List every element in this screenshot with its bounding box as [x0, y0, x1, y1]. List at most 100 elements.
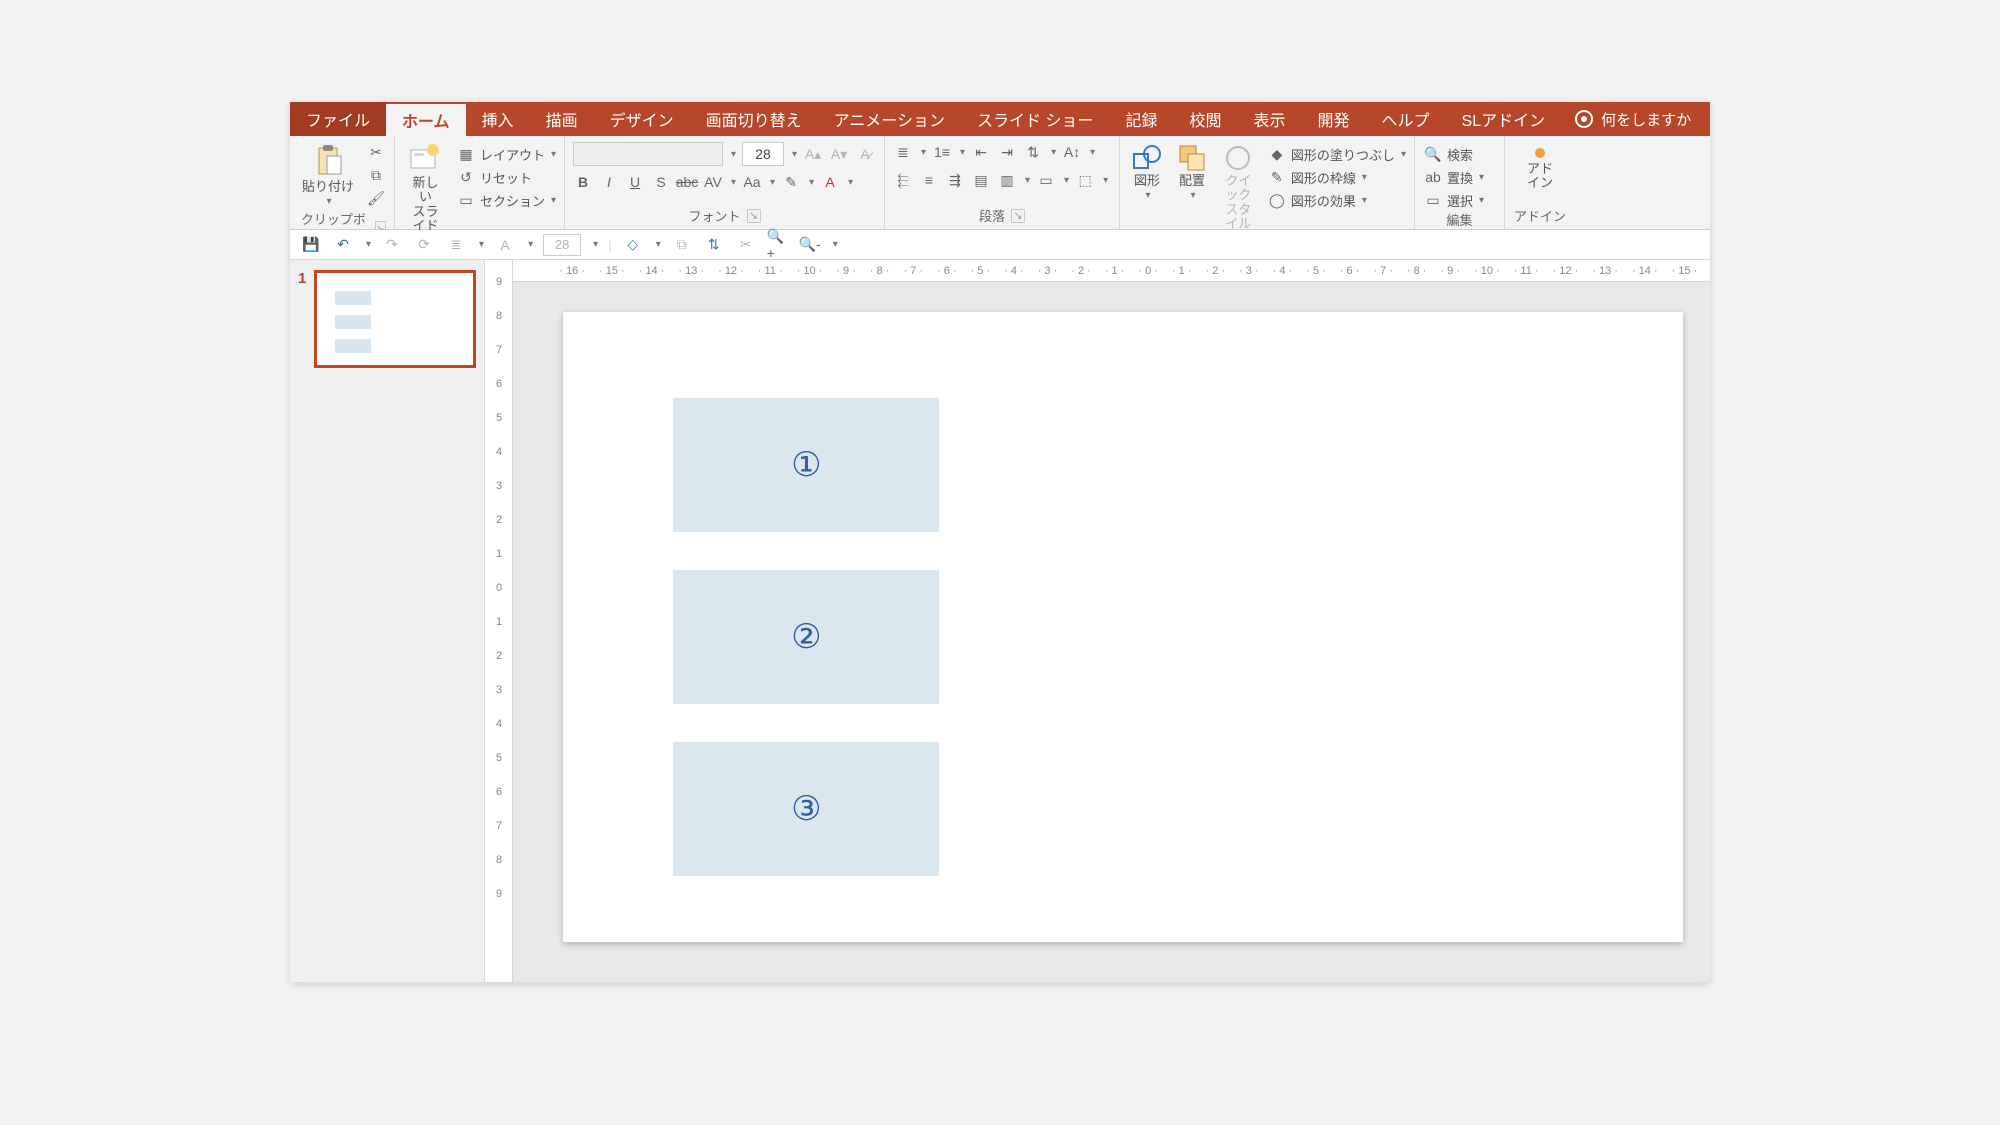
tab-design[interactable]: デザイン [594, 102, 690, 136]
text-direction-icon[interactable]: A↕ [1062, 142, 1082, 162]
canvas-area[interactable]: ① ② ③ [513, 282, 1710, 982]
zoom-out-icon[interactable]: 🔍- [799, 234, 821, 256]
line-spacing-icon[interactable]: ⇅ [1023, 142, 1043, 162]
repeat-icon[interactable]: ⟳ [413, 234, 435, 256]
align-text-icon[interactable]: ▭ [1036, 170, 1056, 190]
layout-label: レイアウト [480, 145, 545, 164]
tab-home[interactable]: ホーム [386, 102, 466, 136]
select-button[interactable]: ▭選択▾ [1423, 190, 1484, 210]
group-qat-icon[interactable]: ⧉ [671, 234, 693, 256]
powerpoint-window: ファイル ホーム 挿入 描画 デザイン 画面切り替え アニメーション スライド … [290, 102, 1710, 982]
group-clipboard: 貼り付け ▾ ✂ ⧉ 🖌 クリップボード↘ [290, 136, 395, 229]
columns-icon[interactable]: ▥ [997, 170, 1017, 190]
shape-fill-label: 図形の塗りつぶし [1291, 145, 1395, 164]
copy-icon[interactable]: ⧉ [366, 165, 386, 185]
addins-button[interactable]: アド イン [1523, 142, 1557, 193]
replace-button[interactable]: ab置換▾ [1423, 167, 1484, 187]
text-shadow-icon[interactable]: S [651, 172, 671, 192]
zoom-in-icon[interactable]: 🔍+ [767, 234, 789, 256]
arrange-button[interactable]: 配置▾ [1174, 142, 1210, 203]
shape-effects-button[interactable]: ◯図形の効果▾ [1267, 190, 1406, 210]
tab-file[interactable]: ファイル [290, 102, 386, 136]
strikethrough-icon[interactable]: abc [677, 172, 697, 192]
decrease-indent-icon[interactable]: ⇤ [971, 142, 991, 162]
change-case-icon[interactable]: Aa [742, 172, 762, 192]
align-qat-icon[interactable]: ⇅ [703, 234, 725, 256]
fill-icon: ◆ [1267, 144, 1287, 164]
tab-developer[interactable]: 開発 [1301, 102, 1365, 136]
bold-icon[interactable]: B [573, 172, 593, 192]
shapes-label: 図形 [1134, 174, 1160, 188]
tab-sladdin[interactable]: SLアドイン [1446, 102, 1562, 136]
section-button[interactable]: ▭セクション▾ [456, 190, 556, 210]
clear-formatting-icon[interactable]: A̷ [855, 144, 875, 164]
justify-icon[interactable]: ▤ [971, 170, 991, 190]
crop-qat-icon[interactable]: ✂ [735, 234, 757, 256]
quick-styles-button[interactable]: クイック スタイル [1218, 142, 1259, 233]
format-painter-icon[interactable]: 🖌 [366, 188, 386, 208]
font-color-icon[interactable]: A [820, 172, 840, 192]
decrease-font-icon[interactable]: A▾ [829, 144, 849, 164]
shape-qat-icon[interactable]: ◇ [622, 234, 644, 256]
numbering-icon[interactable]: 1≡ [932, 142, 952, 162]
outline-icon: ✎ [1267, 167, 1287, 187]
paste-button[interactable]: 貼り付け ▾ [298, 142, 358, 209]
align-center-icon[interactable]: ≡ [919, 170, 939, 190]
paragraph-launcher[interactable]: ↘ [1011, 209, 1025, 223]
font-color-qat-icon[interactable]: A [494, 234, 516, 256]
ribbon: 貼り付け ▾ ✂ ⧉ 🖌 クリップボード↘ 新しい スライド [290, 136, 1710, 230]
font-size-combo[interactable] [742, 142, 784, 166]
shape-rectangle-2[interactable]: ② [673, 570, 939, 704]
smartart-icon[interactable]: ⬚ [1075, 170, 1095, 190]
tab-transitions[interactable]: 画面切り替え [690, 102, 818, 136]
shape-outline-button[interactable]: ✎図形の枠線▾ [1267, 167, 1406, 187]
shape-rectangle-3[interactable]: ③ [673, 742, 939, 876]
char-spacing-icon[interactable]: AV [703, 172, 723, 192]
shape-1-text: ① [791, 445, 821, 485]
slide-thumbnail-panel[interactable]: 1 [290, 260, 485, 982]
layout-button[interactable]: ▦レイアウト▾ [456, 144, 556, 164]
find-button[interactable]: 🔍検索 [1423, 144, 1484, 164]
tab-record[interactable]: 記録 [1109, 102, 1173, 136]
qat-fontsize[interactable]: 28 [543, 234, 581, 256]
new-slide-button[interactable]: 新しい スライド [403, 142, 448, 235]
underline-icon[interactable]: U [625, 172, 645, 192]
shape-fill-button[interactable]: ◆図形の塗りつぶし▾ [1267, 144, 1406, 164]
align-right-icon[interactable]: ⇶ [945, 170, 965, 190]
italic-icon[interactable]: I [599, 172, 619, 192]
clipboard-icon [313, 144, 343, 178]
tab-help[interactable]: ヘルプ [1366, 102, 1446, 136]
tab-slideshow[interactable]: スライド ショー [961, 102, 1109, 136]
tab-review[interactable]: 校閲 [1173, 102, 1237, 136]
addin-icon [1535, 148, 1545, 158]
shapes-button[interactable]: 図形▾ [1128, 142, 1166, 203]
highlight-icon[interactable]: ✎ [781, 172, 801, 192]
tab-animations[interactable]: アニメーション [818, 102, 961, 136]
qat-customize-icon[interactable]: ▾ [833, 239, 838, 250]
save-icon[interactable]: 💾 [300, 234, 322, 256]
slide-canvas[interactable]: ① ② ③ [563, 312, 1683, 942]
undo-icon[interactable]: ↶ [332, 234, 354, 256]
tell-me-search[interactable]: 何をしますか [1561, 102, 1705, 136]
font-name-combo[interactable] [573, 142, 723, 166]
font-launcher[interactable]: ↘ [747, 209, 761, 223]
tab-draw[interactable]: 描画 [530, 102, 594, 136]
tab-insert[interactable]: 挿入 [466, 102, 530, 136]
reset-button[interactable]: ↺リセット [456, 167, 556, 187]
align-left-icon[interactable]: ⬱ [893, 170, 913, 190]
bullets-icon[interactable]: ≣ [893, 142, 913, 162]
cut-icon[interactable]: ✂ [366, 142, 386, 162]
shape-rectangle-1[interactable]: ① [673, 398, 939, 532]
slide-thumbnail-1[interactable] [314, 270, 476, 368]
increase-indent-icon[interactable]: ⇥ [997, 142, 1017, 162]
list-icon[interactable]: ≣ [445, 234, 467, 256]
addins-label: アド イン [1527, 162, 1553, 191]
layout-icon: ▦ [456, 144, 476, 164]
tab-view[interactable]: 表示 [1237, 102, 1301, 136]
increase-font-icon[interactable]: A▴ [803, 144, 823, 164]
redo-icon[interactable]: ↷ [381, 234, 403, 256]
paste-label: 貼り付け [302, 180, 354, 194]
arrange-label: 配置 [1179, 174, 1205, 188]
quick-access-toolbar: 💾 ↶▾ ↷ ⟳ ≣▾ A▾ 28▾ | ◇▾ ⧉ ⇅ ✂ 🔍+ 🔍- ▾ [290, 230, 1710, 260]
replace-label: 置換 [1447, 168, 1473, 187]
